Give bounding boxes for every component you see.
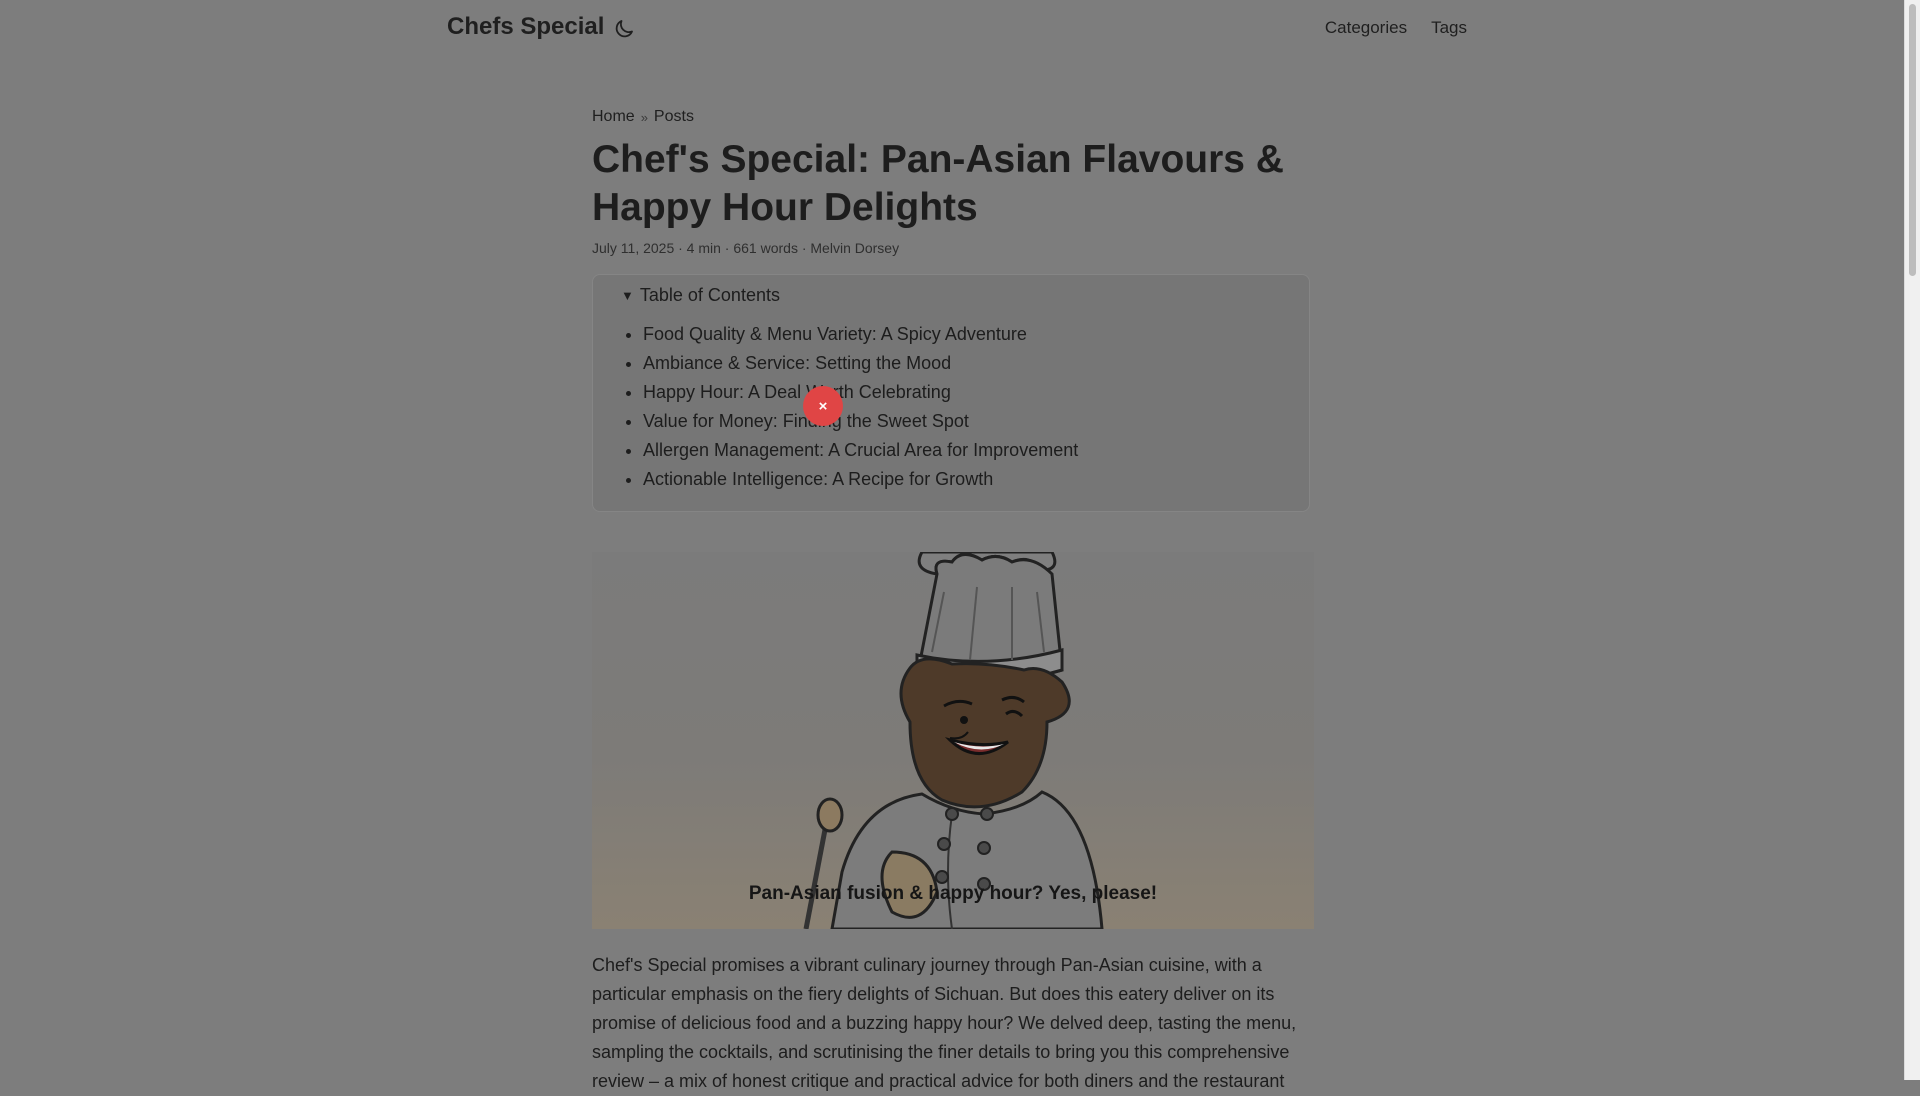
article: Home » Posts Chef's Special: Pan-Asian F… xyxy=(592,108,1314,1096)
toc-item[interactable]: Happy Hour: A Deal Worth Celebrating xyxy=(643,378,1289,407)
site-logo[interactable]: Chefs Special xyxy=(447,13,604,41)
breadcrumb-home-link[interactable]: Home xyxy=(592,108,635,126)
page: Chefs Special Categories Tags Home » Pos… xyxy=(0,0,1904,1091)
breadcrumb: Home » Posts xyxy=(592,108,1314,126)
breadcrumb-posts-link[interactable]: Posts xyxy=(654,108,694,126)
toc-toggle[interactable]: ▼ Table of Contents xyxy=(621,285,1289,306)
article-meta: July 11, 2025 · 4 min · 661 words · Melv… xyxy=(592,240,900,256)
moon-icon xyxy=(615,20,633,38)
table-of-contents: ▼ Table of Contents Food Quality & Menu … xyxy=(592,274,1310,512)
nav-tags-link[interactable]: Tags xyxy=(1431,18,1467,38)
toc-item[interactable]: Allergen Management: A Crucial Area for … xyxy=(643,436,1289,465)
toc-list: Food Quality & Menu Variety: A Spicy Adv… xyxy=(621,320,1289,494)
scrollbar-thumb[interactable] xyxy=(1909,4,1916,276)
page-scrollbar[interactable] xyxy=(1904,0,1920,1080)
toc-item[interactable]: Ambiance & Service: Setting the Mood xyxy=(643,349,1289,378)
toc-label: Table of Contents xyxy=(639,285,780,305)
article-title: Chef's Special: Pan-Asian Flavours & Hap… xyxy=(592,138,1284,229)
triangle-down-icon: ▼ xyxy=(621,288,634,303)
toc-item[interactable]: Value for Money: Finding the Sweet Spot xyxy=(643,407,1289,436)
hero-image: Pan-Asian fusion & happy hour? Yes, plea… xyxy=(592,552,1314,929)
nav-categories-link[interactable]: Categories xyxy=(1325,18,1407,38)
article-intro: Chef's Special promises a vibrant culina… xyxy=(592,955,1297,1091)
top-nav: Categories Tags xyxy=(1325,18,1467,38)
breadcrumb-separator: » xyxy=(640,109,648,125)
chef-illustration xyxy=(803,552,1104,929)
close-button[interactable]: × xyxy=(803,386,843,426)
toc-item[interactable]: Food Quality & Menu Variety: A Spicy Adv… xyxy=(643,320,1289,349)
site-header: Chefs Special Categories Tags xyxy=(0,0,1904,60)
toc-item[interactable]: Actionable Intelligence: A Recipe for Gr… xyxy=(643,465,1289,494)
theme-toggle-button[interactable] xyxy=(612,17,636,41)
image-caption: Pan-Asian fusion & happy hour? Yes, plea… xyxy=(748,883,1158,904)
close-icon: × xyxy=(818,397,828,415)
